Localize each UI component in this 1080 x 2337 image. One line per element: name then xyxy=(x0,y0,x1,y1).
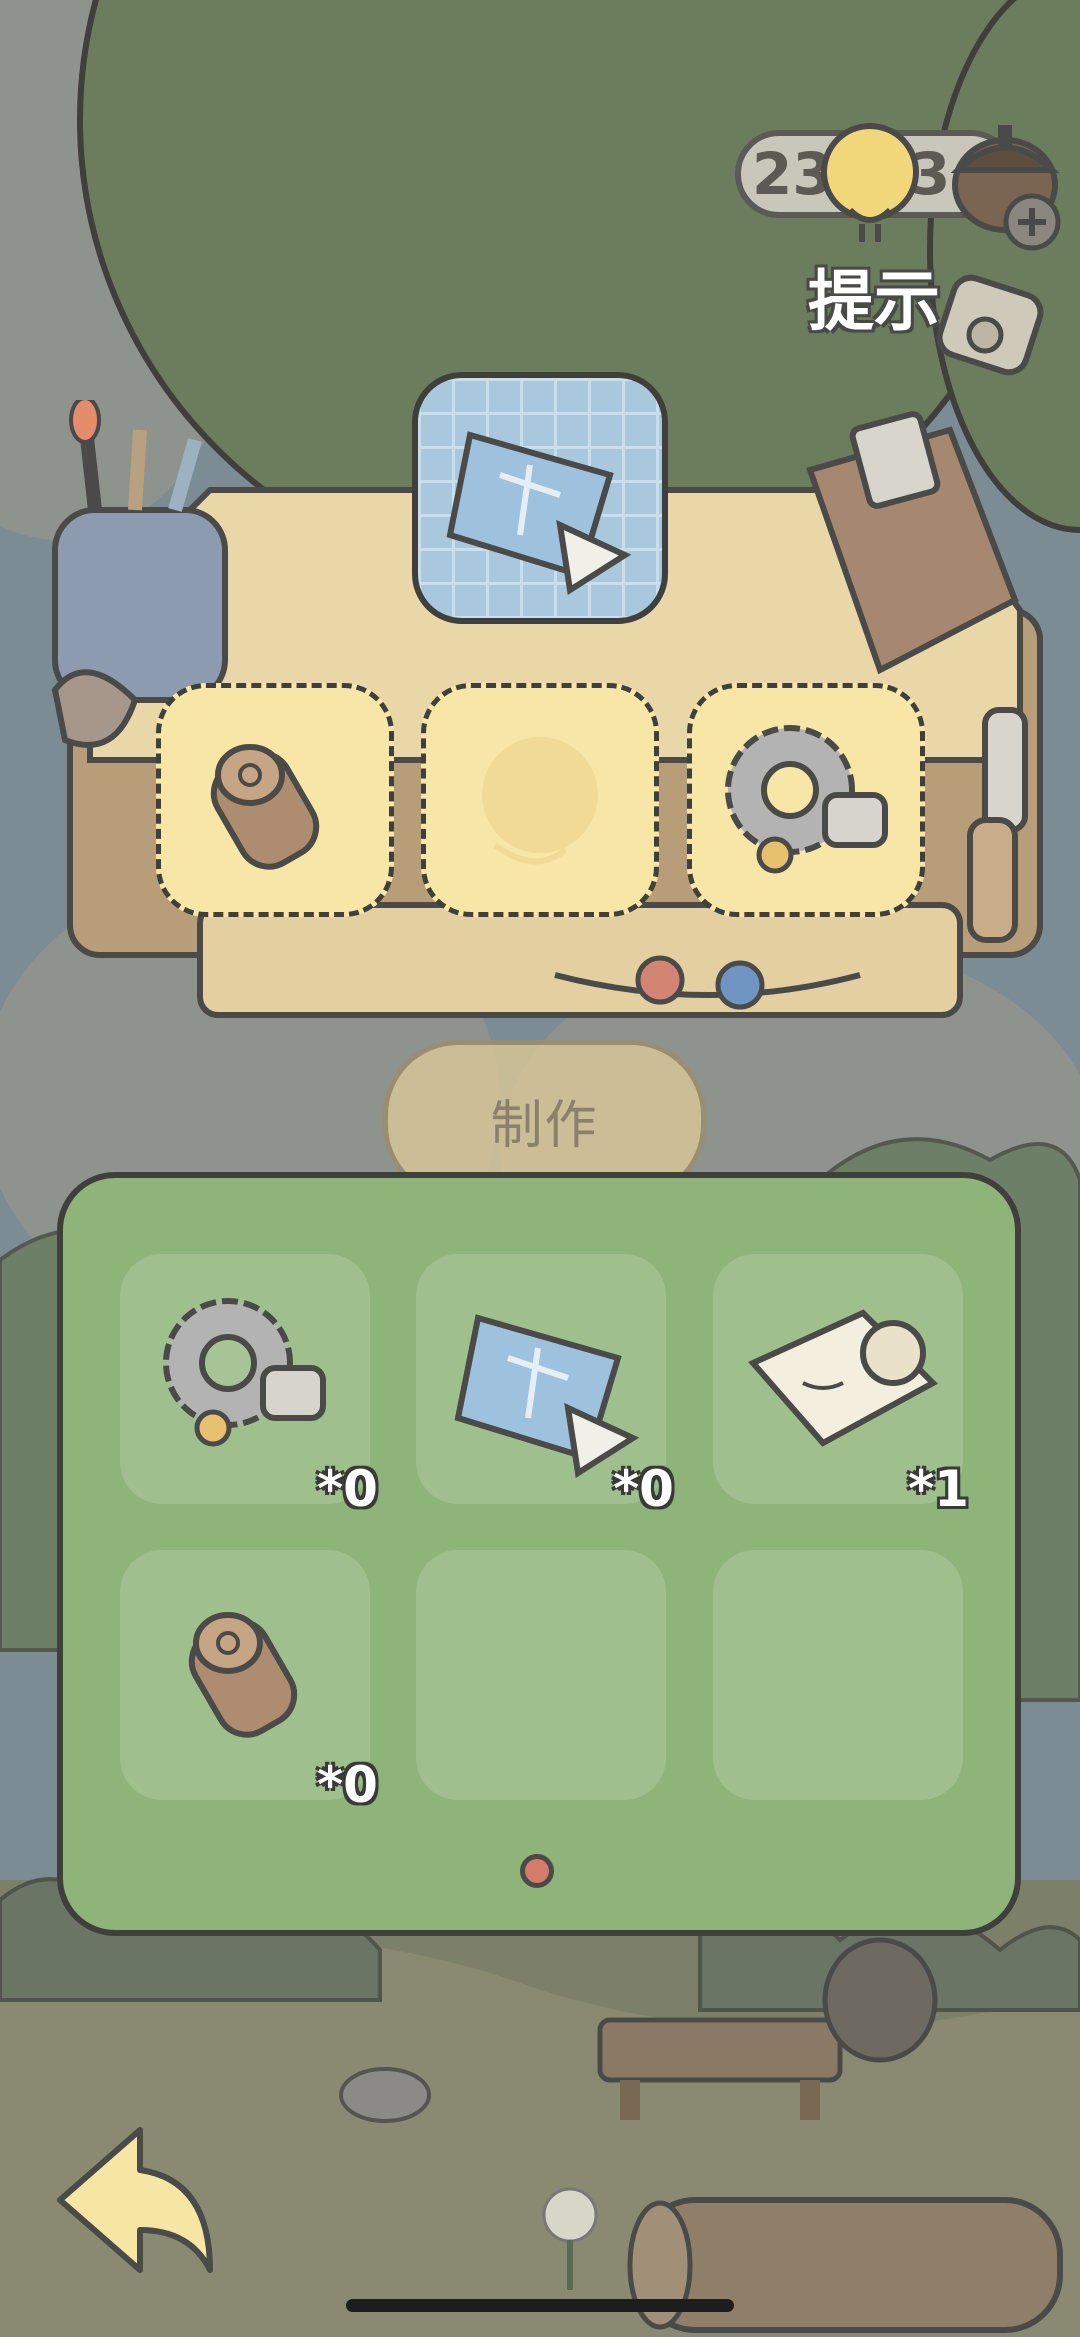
item-count: *1 xyxy=(908,1460,969,1518)
inventory-panel: *0 *0 *1 *0 xyxy=(57,1172,1021,1936)
add-currency-icon[interactable] xyxy=(1002,192,1062,252)
wood-planer-decoration xyxy=(806,411,1019,675)
hint-label[interactable]: 提示 xyxy=(808,248,940,344)
wood-log-icon xyxy=(188,1612,298,1738)
back-arrow-icon[interactable] xyxy=(40,2110,220,2290)
blueprint-icon xyxy=(446,431,632,595)
craft-button-label: 制作 xyxy=(490,1095,599,1156)
inventory-slot-empty[interactable] xyxy=(416,1550,666,1800)
yarn-ball-icon xyxy=(482,737,598,865)
home-indicator xyxy=(346,2299,734,2312)
item-count: *0 xyxy=(613,1460,674,1518)
lightbulb-icon[interactable] xyxy=(820,120,920,250)
gear-icon xyxy=(163,1298,326,1447)
chisel-decoration xyxy=(967,707,1028,943)
blueprint-icon xyxy=(454,1314,640,1478)
item-count: *0 xyxy=(317,1756,378,1814)
inventory-slot-empty[interactable] xyxy=(713,1550,963,1800)
paper-scroll-icon xyxy=(748,1309,938,1447)
page-indicator-dot[interactable] xyxy=(520,1854,554,1888)
gear-icon xyxy=(725,725,888,874)
item-count: *0 xyxy=(317,1460,378,1518)
wood-log-icon xyxy=(210,744,320,870)
